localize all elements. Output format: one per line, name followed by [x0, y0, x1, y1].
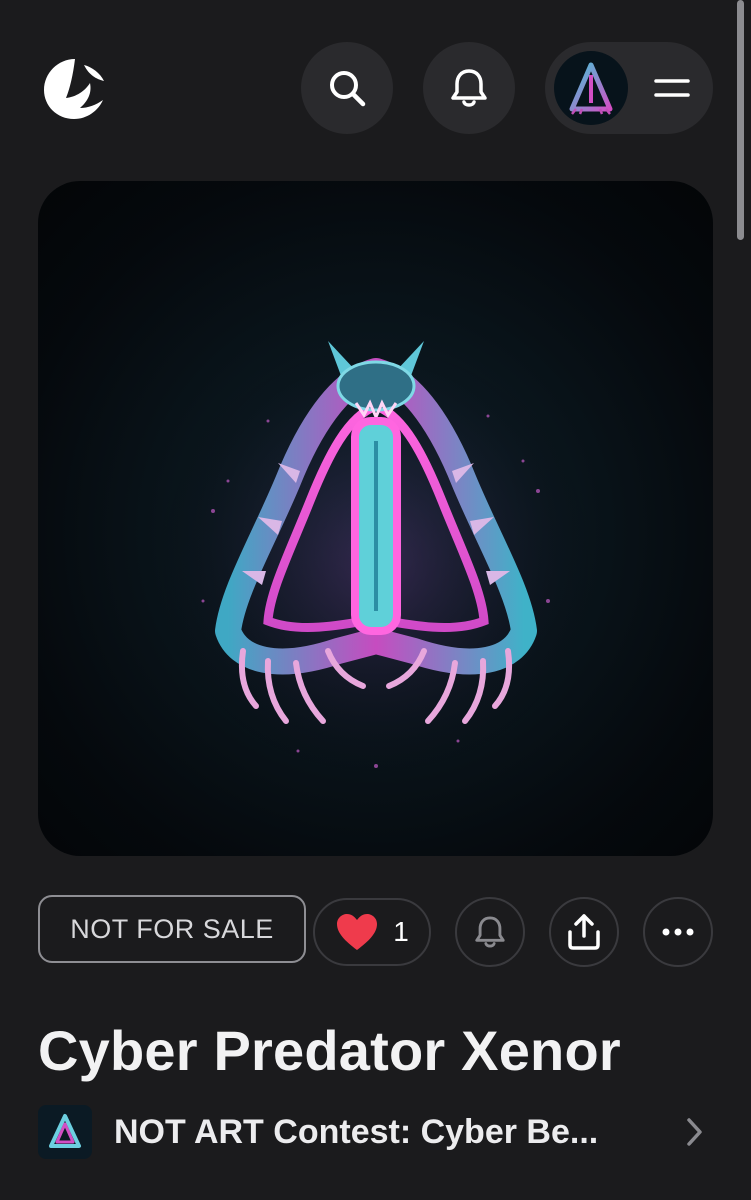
heart-icon: [337, 914, 378, 950]
like-count: 1: [393, 916, 409, 947]
chevron-right-icon: [687, 1118, 702, 1146]
sale-status-button[interactable]: NOT FOR SALE: [38, 895, 306, 963]
collection-link[interactable]: NOT ART Contest: Cyber Be...: [38, 1104, 713, 1160]
search-button[interactable]: [301, 42, 393, 134]
avatar: [554, 51, 628, 125]
collection-thumbnail: [38, 1105, 92, 1159]
notify-button[interactable]: [455, 897, 525, 967]
share-button[interactable]: [549, 897, 619, 967]
hamburger-icon: [654, 79, 690, 97]
share-icon: [568, 914, 600, 950]
scrollbar[interactable]: [737, 0, 744, 240]
cyber-creature-artwork[interactable]: [38, 181, 713, 856]
search-icon: [330, 71, 366, 107]
more-options-button[interactable]: [643, 897, 713, 967]
sale-status-label: NOT FOR SALE: [70, 913, 274, 944]
notifications-button[interactable]: [423, 42, 515, 134]
app-logo-icon[interactable]: [40, 53, 110, 123]
bell-icon: [451, 69, 487, 107]
like-button[interactable]: 1: [313, 898, 431, 966]
collection-name: NOT ART Contest: Cyber Be...: [114, 1112, 599, 1151]
more-icon: [662, 928, 694, 936]
bell-icon: [475, 916, 505, 948]
profile-menu-button[interactable]: [545, 42, 713, 134]
artwork-title: Cyber Predator Xenor: [38, 1019, 621, 1082]
